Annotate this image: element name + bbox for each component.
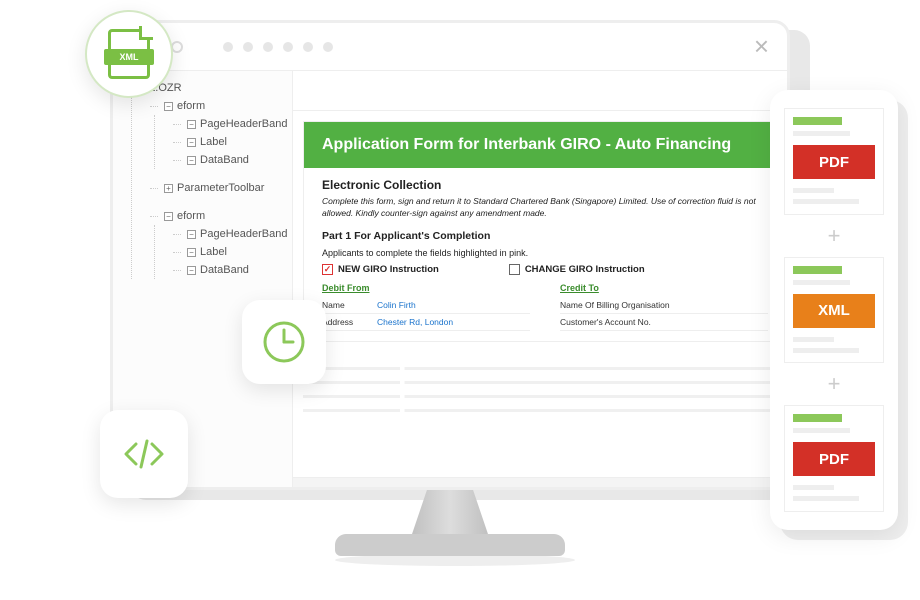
name-field[interactable]: Colin Firth [377, 300, 416, 310]
export-panel: PDF + XML + PDF [770, 90, 898, 530]
tree-node[interactable]: +ParameterToolbar [146, 179, 292, 197]
tree-node[interactable]: −eform [146, 207, 292, 225]
plus-icon: + [828, 223, 841, 249]
grid-placeholder [303, 356, 787, 423]
address-field[interactable]: Chester Rd, London [377, 317, 453, 327]
xml-import-icon: XML [85, 10, 173, 98]
tree-node[interactable]: −PageHeaderBand [169, 115, 292, 133]
tree-node[interactable]: −eform [146, 97, 292, 115]
close-icon[interactable]: × [754, 31, 769, 62]
monitor-frame: × −OZ.OZR −eform −PageHeaderBand −Label … [110, 20, 790, 490]
tree-node[interactable]: −Label [169, 133, 292, 151]
tree-node[interactable]: −DataBand [169, 151, 292, 169]
tree-node[interactable]: −Label [169, 243, 292, 261]
code-icon [100, 410, 188, 498]
tree-node[interactable]: −DataBand [169, 261, 292, 279]
instruction-text: Complete this form, sign and return it t… [322, 196, 768, 220]
export-pdf-card[interactable]: PDF [784, 108, 884, 215]
plus-icon: + [828, 371, 841, 397]
form-title: Application Form for Interbank GIRO - Au… [304, 122, 786, 168]
checkbox-new-giro[interactable]: ✓NEW GIRO Instruction [322, 264, 439, 275]
export-xml-card[interactable]: XML [784, 257, 884, 364]
clock-icon [242, 300, 326, 384]
part-heading: Part 1 For Applicant's Completion [322, 230, 768, 242]
form-preview: Application Form for Interbank GIRO - Au… [303, 121, 787, 342]
checkbox-change-giro[interactable]: ✓CHANGE GIRO Instruction [509, 264, 645, 275]
tree-node[interactable]: −PageHeaderBand [169, 225, 292, 243]
debit-heading: Debit From [322, 283, 530, 293]
section-heading: Electronic Collection [322, 178, 768, 192]
subtext: Applicants to complete the fields highli… [322, 248, 768, 258]
tab-dots [223, 42, 333, 52]
export-pdf-card[interactable]: PDF [784, 405, 884, 512]
credit-heading: Credit To [560, 283, 768, 293]
window-titlebar: × [113, 23, 787, 71]
main-canvas: Application Form for Interbank GIRO - Au… [293, 71, 787, 487]
